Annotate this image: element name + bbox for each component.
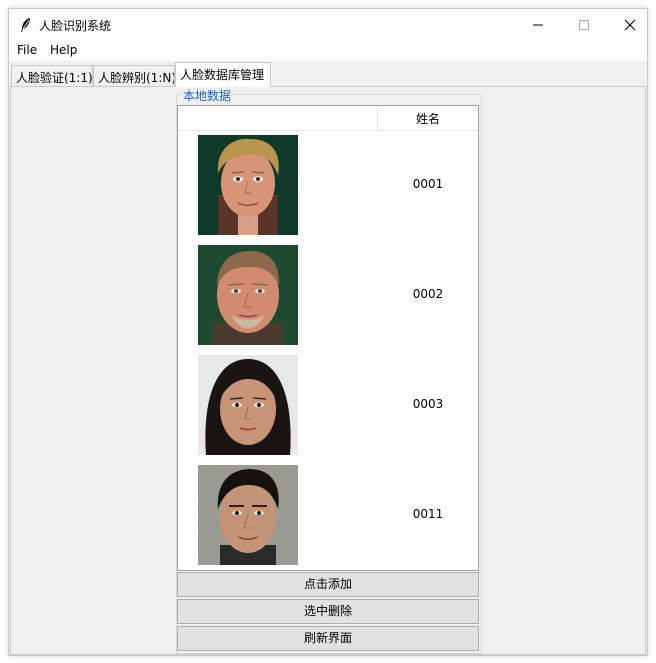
- row-name: 0002: [412, 287, 444, 301]
- row-name: 0011: [412, 507, 444, 521]
- maximize-icon: [579, 20, 589, 30]
- table-row[interactable]: 0003: [178, 355, 478, 465]
- group-label: 本地数据: [181, 87, 234, 104]
- face-photo-woman: [198, 355, 298, 455]
- app-window: 人脸识别系统 File Help 人脸验证(1:1) 人脸辨别(1:N) 人脸数…: [8, 8, 648, 656]
- minimize-icon: [533, 24, 543, 26]
- add-button[interactable]: 点击添加: [177, 572, 479, 597]
- row-name: 0001: [412, 177, 444, 191]
- tab-face-database[interactable]: 人脸数据库管理: [175, 62, 271, 87]
- table-row[interactable]: 0011: [178, 465, 478, 570]
- window-title: 人脸识别系统: [39, 19, 112, 33]
- face-photo-blond-man: [198, 135, 298, 235]
- title-bar: 人脸识别系统: [9, 9, 647, 41]
- face-photo-bearded-man: [198, 245, 298, 345]
- maximize-button[interactable]: [561, 9, 607, 41]
- table-row[interactable]: 0001: [178, 135, 478, 245]
- row-name: 0003: [412, 397, 444, 411]
- table-header: 姓名: [178, 106, 478, 131]
- minimize-button[interactable]: [515, 9, 561, 41]
- menu-file[interactable]: File: [17, 43, 37, 57]
- refresh-button[interactable]: 刷新界面: [177, 626, 479, 651]
- close-button[interactable]: [607, 9, 653, 41]
- column-header-name[interactable]: 姓名: [378, 110, 478, 127]
- face-photo-young-man: [198, 465, 298, 565]
- menu-bar: File Help: [9, 41, 647, 61]
- menu-help[interactable]: Help: [50, 43, 77, 57]
- feather-icon: [21, 18, 30, 32]
- close-icon: [624, 19, 636, 31]
- tab-face-identification[interactable]: 人脸辨别(1:N): [93, 65, 175, 87]
- delete-selected-button[interactable]: 选中删除: [177, 599, 479, 624]
- face-database-table[interactable]: 姓名 0001 0002 0003 0011: [177, 105, 479, 571]
- table-row[interactable]: 0002: [178, 245, 478, 355]
- tab-face-verification[interactable]: 人脸验证(1:1): [11, 65, 93, 87]
